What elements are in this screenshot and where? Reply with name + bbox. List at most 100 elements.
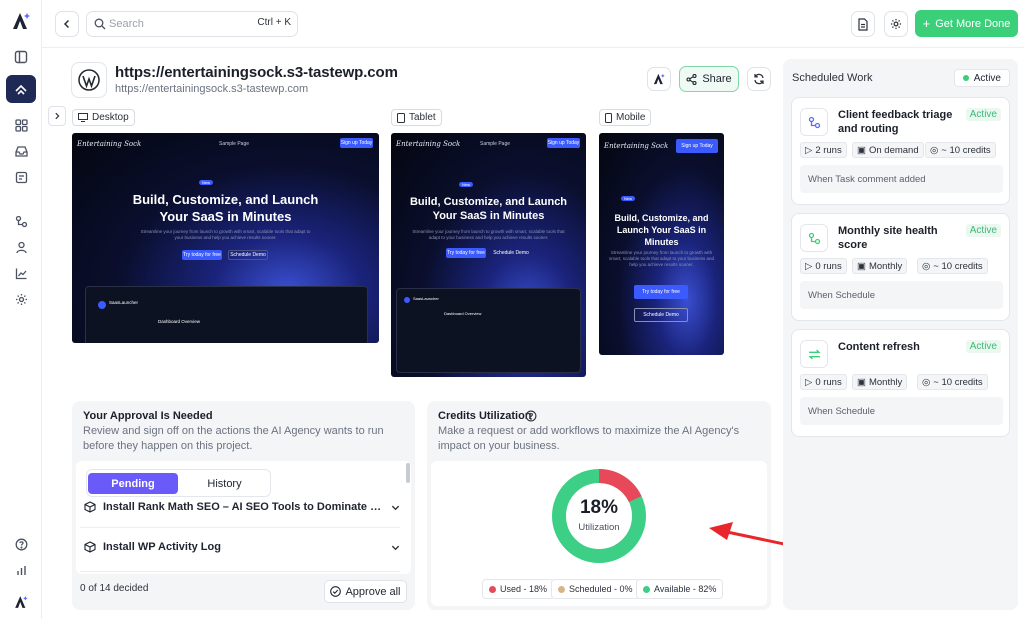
plus-icon: + bbox=[922, 16, 931, 31]
work-badge: Active bbox=[965, 340, 1001, 353]
settings-button[interactable] bbox=[884, 11, 908, 37]
chevron-left-icon bbox=[63, 19, 70, 29]
credits-chip: ◎ ~ 10 credits bbox=[917, 374, 988, 390]
search-input[interactable] bbox=[109, 16, 249, 32]
preview-brand: Entertaining Sock bbox=[604, 142, 669, 150]
tab-pending[interactable]: Pending bbox=[88, 473, 178, 494]
preview-tag: New bbox=[621, 196, 636, 201]
left-rail bbox=[0, 0, 42, 619]
agency-button[interactable] bbox=[647, 67, 671, 91]
device-label-text: Tablet bbox=[409, 112, 436, 123]
site-title: https://entertainingsock.s3-tastewp.com bbox=[115, 64, 398, 81]
workflow-nav-icon[interactable] bbox=[9, 209, 33, 233]
approval-item[interactable]: Install WP Activity Log bbox=[84, 535, 400, 559]
preview-cta2: Schedule Demo bbox=[493, 250, 529, 256]
device-label-text: Desktop bbox=[92, 112, 129, 123]
preview-tag: New bbox=[459, 182, 474, 187]
brand-mark-icon[interactable] bbox=[9, 590, 33, 614]
stats-nav-icon[interactable] bbox=[9, 558, 33, 582]
device-label-mobile[interactable]: Mobile bbox=[599, 109, 652, 126]
available-dot bbox=[643, 585, 650, 593]
calendar-icon: ▣ bbox=[857, 144, 866, 156]
preview-sub: Streamline your journey from launch to g… bbox=[608, 250, 715, 267]
search-icon bbox=[94, 18, 106, 30]
refresh-icon bbox=[754, 73, 764, 85]
legend-label: Scheduled - 0% bbox=[569, 584, 633, 594]
refresh-icon bbox=[800, 340, 828, 368]
sidebar-toggle-icon[interactable] bbox=[9, 45, 33, 69]
work-card[interactable]: Client feedback triage and routing Activ… bbox=[791, 97, 1010, 205]
preview-cta2: Schedule Demo bbox=[634, 308, 688, 322]
preview-signup: Sign up Today bbox=[676, 139, 718, 153]
coins-icon: ◎ bbox=[922, 260, 931, 272]
device-label-desktop[interactable]: Desktop bbox=[72, 109, 135, 126]
expand-panel-button[interactable] bbox=[48, 106, 66, 126]
user-nav-icon[interactable] bbox=[9, 235, 33, 259]
document-button[interactable] bbox=[851, 11, 875, 37]
preview-brand: Entertaining Sock bbox=[77, 140, 142, 148]
utilization-percent: 18% bbox=[579, 497, 619, 518]
work-card[interactable]: Content refresh Active ▷ 0 runs ▣ Monthly … bbox=[791, 329, 1010, 437]
frequency-chip: ▣ On demand bbox=[852, 142, 924, 158]
work-title: Content refresh bbox=[838, 341, 920, 353]
wordpress-logo bbox=[71, 62, 107, 98]
refresh-button[interactable] bbox=[747, 67, 771, 91]
mobile-preview[interactable]: Entertaining Sock Sign up Today New Buil… bbox=[599, 133, 724, 355]
search-box[interactable]: Ctrl + K bbox=[86, 11, 298, 37]
used-dot bbox=[489, 585, 496, 593]
approve-all-button[interactable]: Approve all bbox=[324, 580, 407, 603]
status-dot bbox=[962, 75, 969, 81]
check-circle-icon bbox=[330, 586, 342, 597]
legend-available: Available - 82% bbox=[636, 579, 724, 599]
inbox-nav-icon[interactable] bbox=[9, 139, 33, 163]
site-url[interactable]: https://entertainingsock.s3-tastewp.com bbox=[115, 83, 308, 95]
preview-cta2: Schedule Demo bbox=[228, 250, 268, 260]
share-button[interactable]: Share bbox=[679, 66, 739, 92]
runs-chip: ▷ 0 runs bbox=[800, 258, 847, 274]
scheduled-status[interactable]: Active bbox=[953, 69, 1010, 87]
approval-item[interactable]: Install Rank Math SEO – AI SEO Tools to … bbox=[84, 495, 400, 519]
tablet-preview[interactable]: Entertaining Sock Sample Page Sign up To… bbox=[391, 133, 586, 377]
grid-nav-icon[interactable] bbox=[9, 113, 33, 137]
preview-signup: Sign up Today bbox=[340, 138, 373, 148]
tab-history[interactable]: History bbox=[180, 473, 269, 494]
preview-cta1: Try today for free bbox=[182, 250, 222, 260]
work-trigger: When Task comment added bbox=[800, 165, 1003, 193]
scheduled-dot bbox=[558, 585, 565, 593]
package-icon bbox=[84, 541, 96, 553]
approval-title: Your Approval Is Needed bbox=[83, 410, 213, 422]
credits-description: Make a request or add workflows to maxim… bbox=[438, 425, 740, 452]
divider bbox=[80, 571, 400, 572]
desktop-preview[interactable]: Entertaining Sock Sample Page Sign up To… bbox=[72, 133, 379, 343]
scheduled-status-label: Active bbox=[973, 72, 1001, 84]
get-more-done-button[interactable]: + Get More Done bbox=[915, 10, 1018, 37]
wordpress-icon bbox=[78, 69, 100, 91]
preview-headline: Build, Customize, and Launch Your SaaS i… bbox=[409, 196, 568, 222]
preview-signup: Sign up Today bbox=[547, 138, 580, 148]
work-card[interactable]: Monthly site health score Active ▷ 0 runs… bbox=[791, 213, 1010, 321]
help-icon[interactable] bbox=[525, 410, 537, 422]
device-label-tablet[interactable]: Tablet bbox=[391, 109, 442, 126]
preview-brand: Entertaining Sock bbox=[396, 140, 461, 148]
approve-all-label: Approve all bbox=[345, 585, 401, 598]
help-nav-icon[interactable] bbox=[9, 532, 33, 556]
work-badge: Active bbox=[965, 224, 1001, 237]
calendar-icon: ▣ bbox=[857, 260, 866, 272]
frequency-chip: ▣ Monthly bbox=[852, 374, 908, 390]
calendar-icon: ▣ bbox=[857, 376, 866, 388]
search-shortcut: Ctrl + K bbox=[257, 17, 291, 28]
app-logo-icon[interactable] bbox=[9, 9, 33, 33]
get-more-done-label: Get More Done bbox=[935, 17, 1011, 30]
analytics-nav-icon[interactable] bbox=[9, 261, 33, 285]
document-nav-icon[interactable] bbox=[9, 165, 33, 189]
share-label: Share bbox=[702, 73, 732, 85]
settings-nav-icon[interactable] bbox=[9, 287, 33, 311]
credits-title: Credits Utilization bbox=[438, 410, 532, 422]
back-button[interactable] bbox=[55, 11, 79, 37]
scrollbar[interactable] bbox=[406, 463, 410, 483]
preview-sub: Streamline your journey from launch to g… bbox=[140, 229, 311, 240]
home-nav-icon[interactable] bbox=[6, 75, 36, 103]
preview-nav: Sample Page bbox=[480, 141, 511, 147]
file-icon bbox=[858, 17, 868, 31]
preview-tag: New bbox=[199, 180, 214, 185]
